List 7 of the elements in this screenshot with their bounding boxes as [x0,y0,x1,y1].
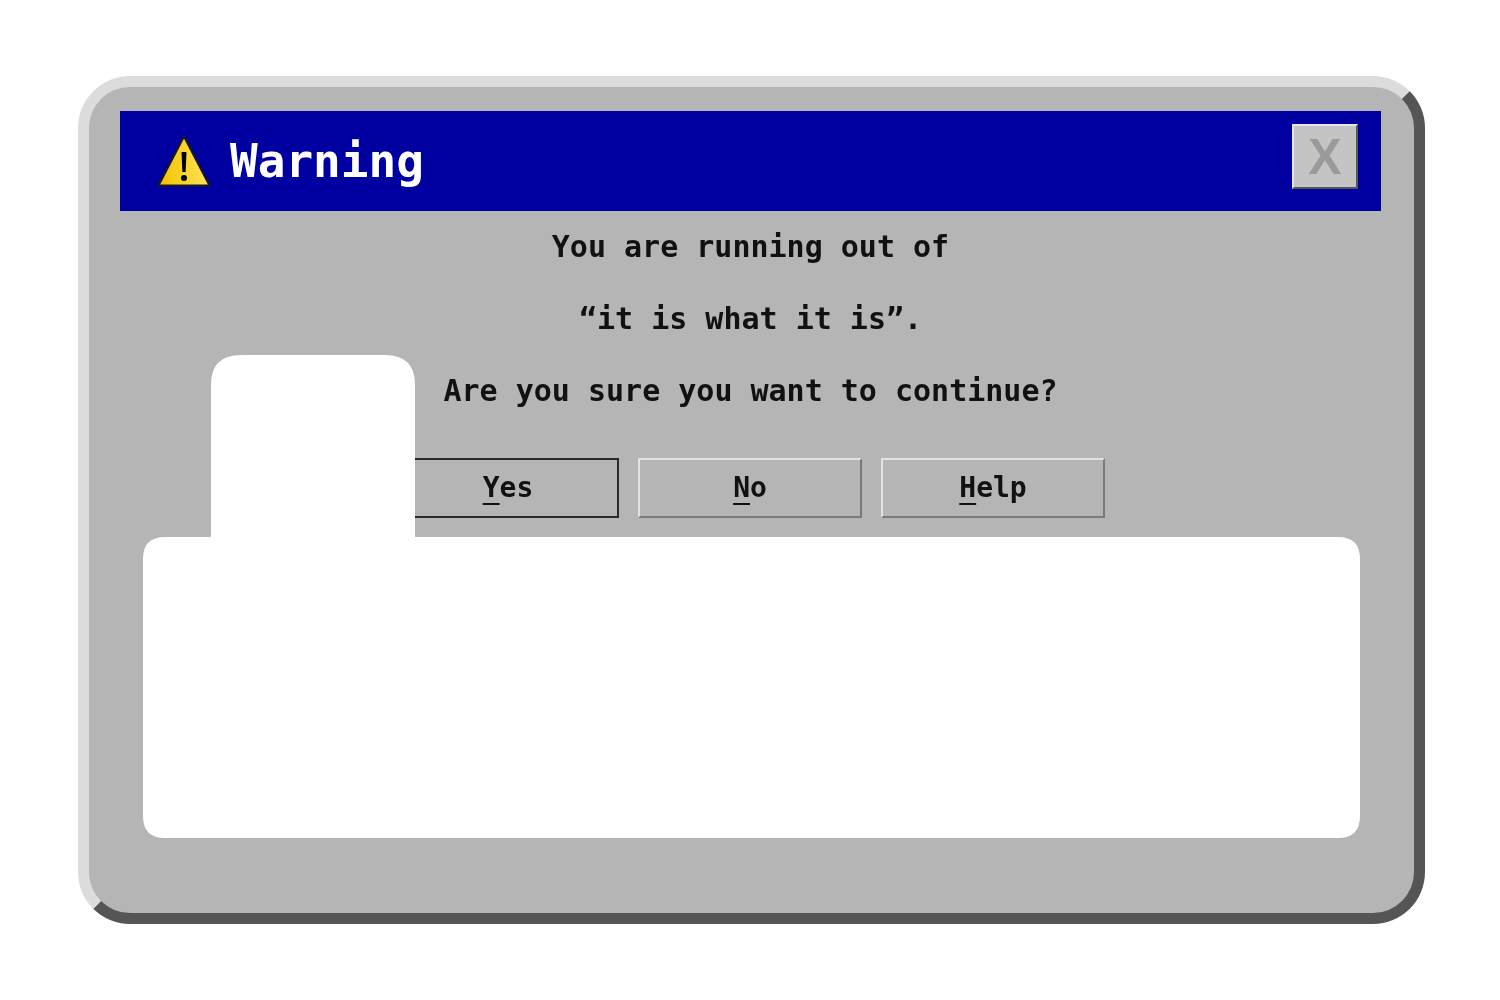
dialog-button[interactable]: Help [881,458,1105,518]
dialog-button[interactable]: Yes [415,458,619,518]
dialog-button[interactable]: No [638,458,862,518]
message-text: Are you sure you want to continue? [443,372,1058,410]
message-text: You are running out of [551,228,950,266]
warning-icon [157,135,211,187]
message-text: “it is what it is”. [578,300,923,338]
